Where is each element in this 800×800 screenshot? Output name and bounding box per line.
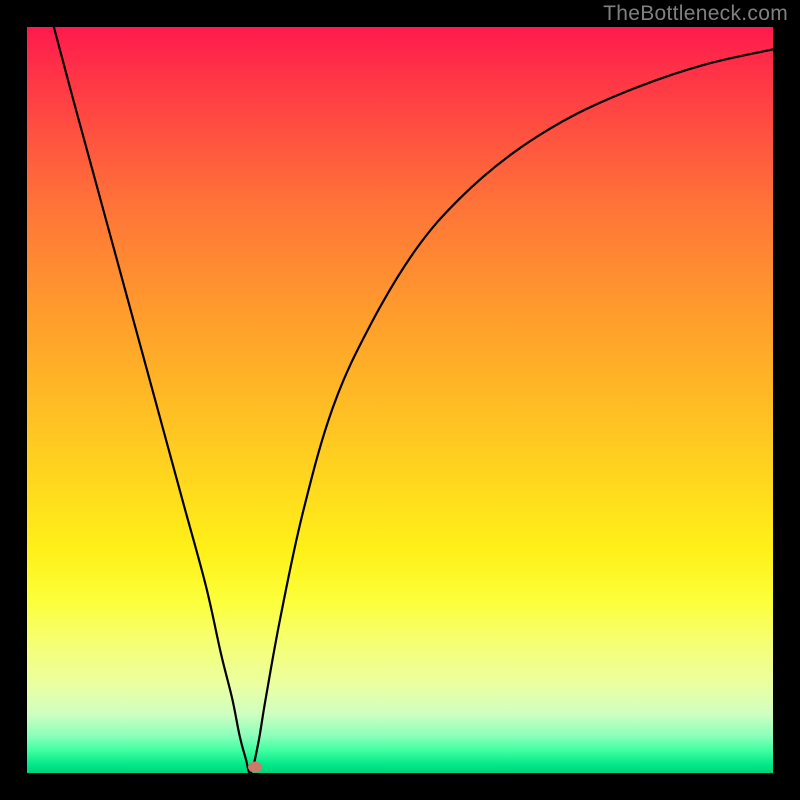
curve-svg [27,27,773,773]
plot-area [27,27,773,773]
chart-container: TheBottleneck.com [0,0,800,800]
minimum-marker [248,762,262,773]
watermark-text: TheBottleneck.com [603,2,788,26]
bottleneck-curve-path [54,27,773,773]
